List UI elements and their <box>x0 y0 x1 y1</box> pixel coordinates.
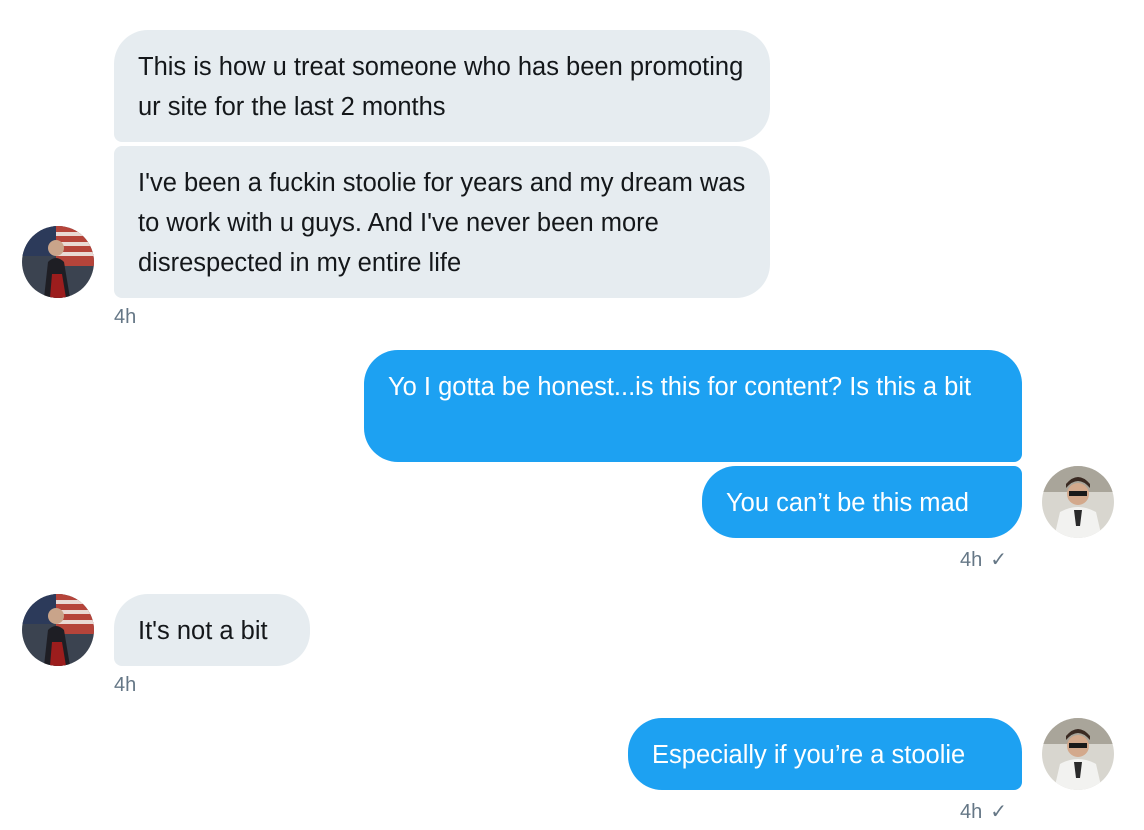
checkmark-icon: ✓ <box>990 549 1008 571</box>
cut-off-timestamp: ··· <box>962 0 978 6</box>
my-avatar[interactable] <box>1042 718 1114 790</box>
message-bubble-incoming[interactable]: It's not a bit <box>114 594 310 666</box>
timestamp: 4h <box>960 549 983 571</box>
message-bubble-incoming[interactable]: This is how u treat someone who has been… <box>114 30 770 142</box>
message-bubble-outgoing[interactable]: Especially if you’re a stoolie <box>628 718 1022 790</box>
user-avatar-icon <box>1042 466 1114 538</box>
timestamp: 4h <box>114 306 137 328</box>
message-bubble-outgoing[interactable]: Yo I gotta be honest...is this for conte… <box>364 350 1022 462</box>
timestamp: 4h <box>114 674 137 696</box>
user-avatar-icon <box>22 226 94 298</box>
message-bubble-outgoing[interactable]: You can’t be this mad <box>702 466 1022 538</box>
timestamp-with-receipt: 4h ✓ <box>960 800 1007 824</box>
timestamp-with-receipt: 4h ✓ <box>960 548 1007 572</box>
timestamp: 4h <box>960 801 983 823</box>
user-avatar-icon <box>22 594 94 666</box>
message-bubble-incoming[interactable]: I've been a fuckin stoolie for years and… <box>114 146 770 298</box>
checkmark-icon: ✓ <box>990 801 1008 823</box>
my-avatar[interactable] <box>1042 466 1114 538</box>
user-avatar-icon <box>1042 718 1114 790</box>
sender-avatar[interactable] <box>22 226 94 298</box>
sender-avatar[interactable] <box>22 594 94 666</box>
